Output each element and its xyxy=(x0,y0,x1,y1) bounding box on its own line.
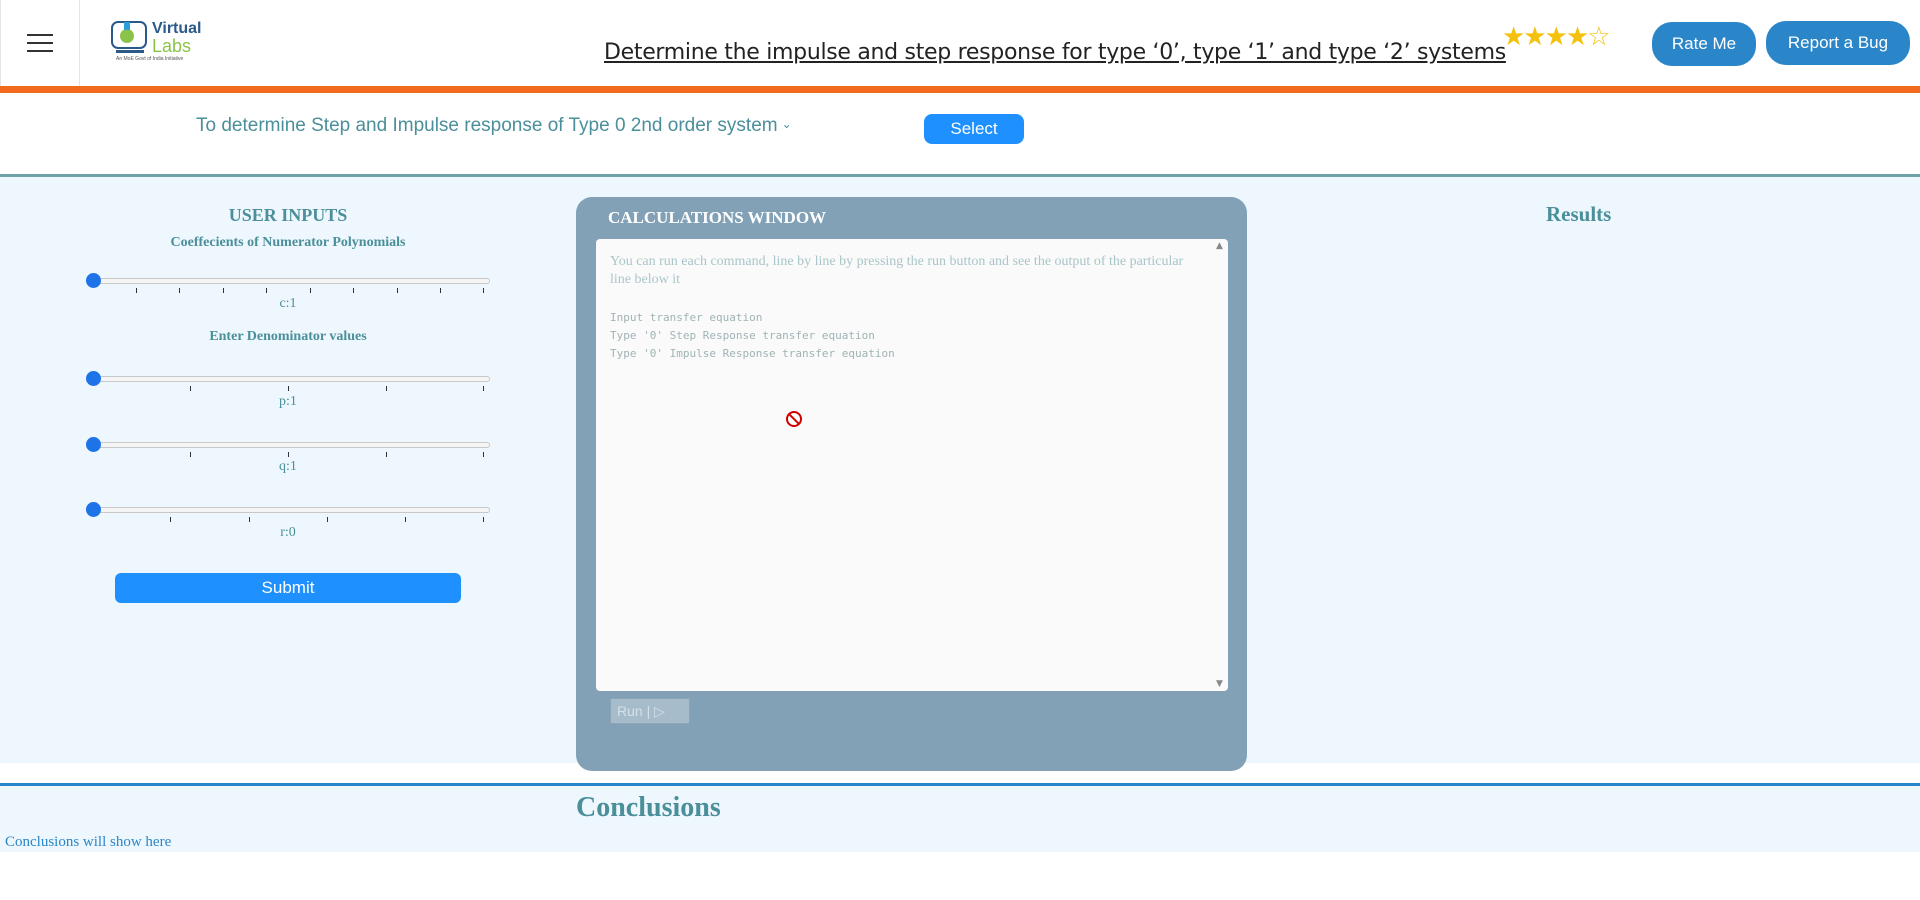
slider-tick xyxy=(179,288,180,293)
slider-tick xyxy=(190,452,191,457)
conclusions-title: Conclusions xyxy=(576,792,721,823)
slider-thumb[interactable] xyxy=(86,371,101,386)
run-button[interactable]: Run | ▷ xyxy=(610,698,690,724)
r-value-label: r:0 xyxy=(280,525,296,540)
conclusions-text: Conclusions will show here xyxy=(5,834,172,850)
logo-tagline: An MoE Govt of India Initiative xyxy=(116,56,184,62)
slider-tick xyxy=(288,386,289,391)
slider-tick xyxy=(386,452,387,457)
slider-track xyxy=(92,507,490,513)
slider-tick xyxy=(310,288,311,293)
not-allowed-cursor-icon xyxy=(786,411,802,427)
logo-text-labs: Labs xyxy=(152,36,192,56)
chevron-down-icon: ⌄ xyxy=(781,117,792,131)
slider-tick xyxy=(397,288,398,293)
p-slider[interactable] xyxy=(86,371,490,393)
slider-tick xyxy=(483,452,484,457)
slider-thumb[interactable] xyxy=(86,502,101,517)
slider-tick xyxy=(288,452,289,457)
calculations-title: CALCULATIONS WINDOW xyxy=(608,208,827,227)
slider-tick xyxy=(327,517,328,522)
hamburger-menu-button[interactable] xyxy=(0,0,80,86)
slider-tick xyxy=(405,517,406,522)
slider-tick xyxy=(483,517,484,522)
slider-track xyxy=(92,442,490,448)
report-bug-button[interactable]: Report a Bug xyxy=(1766,21,1910,65)
q-slider[interactable] xyxy=(86,437,490,459)
slider-tick xyxy=(266,288,267,293)
results-title: Results xyxy=(1546,202,1612,226)
select-button[interactable]: Select xyxy=(924,114,1024,144)
experiment-dropdown[interactable]: To determine Step and Impulse response o… xyxy=(196,115,792,137)
slider-tick xyxy=(190,386,191,391)
slider-track xyxy=(92,376,490,382)
calculations-textarea[interactable]: You can run each command, line by line b… xyxy=(596,239,1228,691)
rating-stars-icon: ★★★★☆ xyxy=(1502,22,1611,52)
slider-tick xyxy=(386,386,387,391)
slider-thumb[interactable] xyxy=(86,437,101,452)
calculation-line: Type '0' Step Response transfer equation xyxy=(610,329,875,342)
user-inputs-panel: USER INPUTS Coeffecients of Numerator Po… xyxy=(0,177,576,763)
calculation-lines: Input transfer equation Type '0' Step Re… xyxy=(610,309,895,363)
calculation-line: Type '0' Impulse Response transfer equat… xyxy=(610,347,895,360)
slider-tick xyxy=(440,288,441,293)
slider-tick xyxy=(483,288,484,293)
user-inputs-title: USER INPUTS xyxy=(228,205,348,225)
calculations-hint: You can run each command, line by line b… xyxy=(610,254,1184,287)
slider-tick xyxy=(136,288,137,293)
slider-tick xyxy=(170,517,171,522)
q-value-label: q:1 xyxy=(279,459,297,474)
experiment-dropdown-value: To determine Step and Impulse response o… xyxy=(196,115,778,136)
submit-button[interactable]: Submit xyxy=(115,573,461,603)
flask-icon xyxy=(111,21,147,53)
slider-thumb[interactable] xyxy=(86,273,101,288)
rate-me-button[interactable]: Rate Me xyxy=(1652,22,1756,66)
page-title[interactable]: Determine the impulse and step response … xyxy=(604,40,1506,65)
denominator-heading: Enter Denominator values xyxy=(209,329,367,344)
c-slider[interactable] xyxy=(86,273,490,295)
slider-tick xyxy=(483,386,484,391)
slider-track xyxy=(92,278,490,284)
calculation-line: Input transfer equation xyxy=(610,311,763,324)
slider-tick xyxy=(353,288,354,293)
r-slider[interactable] xyxy=(86,502,490,524)
scroll-up-icon[interactable]: ▲ xyxy=(1216,241,1223,251)
scrollbar[interactable]: ▲ ▼ xyxy=(1214,239,1228,691)
slider-tick xyxy=(249,517,250,522)
header: Virtual Labs An MoE Govt of India Initia… xyxy=(0,0,1920,86)
c-value-label: c:1 xyxy=(279,296,297,311)
hamburger-icon xyxy=(27,34,53,52)
conclusions-panel xyxy=(0,786,1920,852)
scroll-down-icon[interactable]: ▼ xyxy=(1216,679,1223,689)
slider-tick xyxy=(223,288,224,293)
header-divider xyxy=(0,86,1920,93)
calculations-window: CALCULATIONS WINDOW You can run each com… xyxy=(576,197,1247,771)
numerator-heading: Coeffecients of Numerator Polynomials xyxy=(170,235,406,250)
virtual-labs-logo[interactable]: Virtual Labs An MoE Govt of India Initia… xyxy=(110,18,202,66)
p-value-label: p:1 xyxy=(279,394,297,409)
